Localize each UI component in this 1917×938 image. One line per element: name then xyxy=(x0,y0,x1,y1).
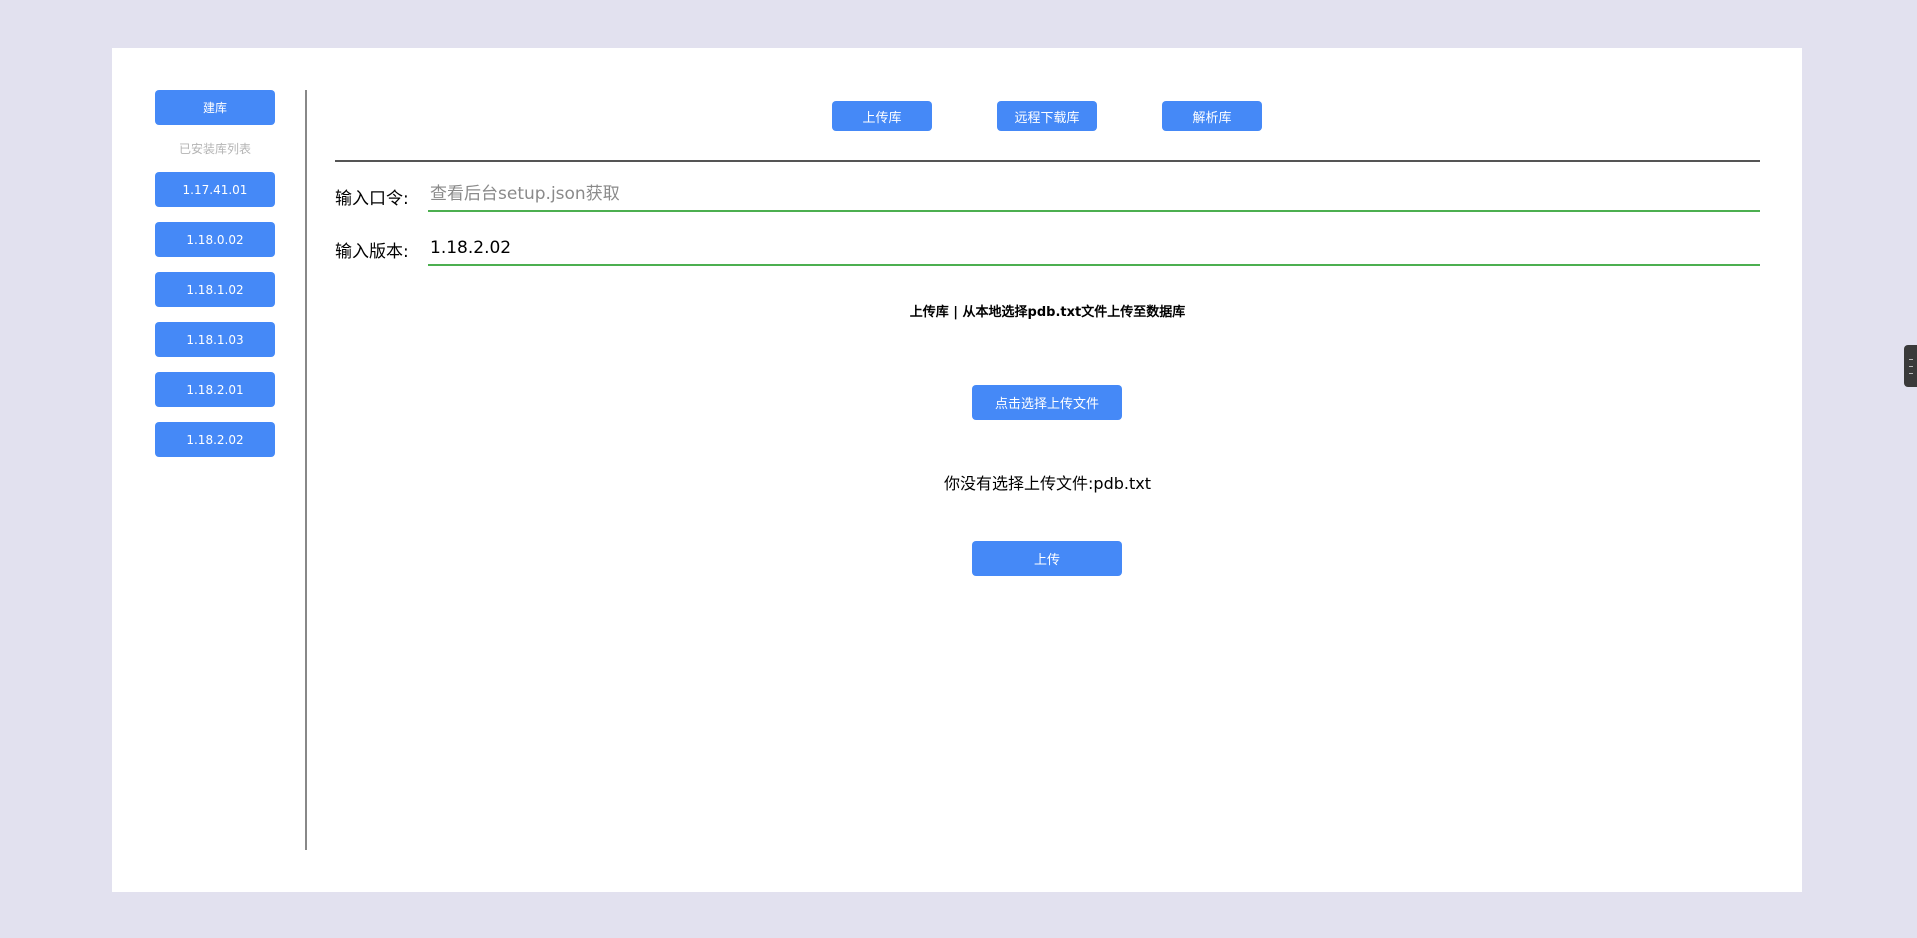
file-status-text: 你没有选择上传文件:pdb.txt xyxy=(944,474,1151,493)
version-label: 输入版本: xyxy=(335,242,409,262)
upload-button[interactable]: 上传 xyxy=(972,541,1122,576)
upload-description: 上传库 | 从本地选择pdb.txt文件上传至数据库 xyxy=(909,305,1186,320)
sidebar-item-version[interactable]: 1.18.2.02 xyxy=(155,422,275,457)
header-divider xyxy=(335,160,1760,162)
main-card: 建库 已安装库列表 1.17.41.01 1.18.0.02 1.18.1.02… xyxy=(112,48,1802,892)
choose-file-button[interactable]: 点击选择上传文件 xyxy=(972,385,1122,420)
tab-remote-download-library[interactable]: 远程下载库 xyxy=(997,101,1097,131)
create-library-button[interactable]: 建库 xyxy=(155,90,275,125)
sidebar-item-version[interactable]: 1.18.2.01 xyxy=(155,372,275,407)
sidebar-item-version[interactable]: 1.18.1.03 xyxy=(155,322,275,357)
sidebar-item-version[interactable]: 1.18.0.02 xyxy=(155,222,275,257)
password-input[interactable] xyxy=(428,178,1760,212)
password-label: 输入口令: xyxy=(335,189,409,209)
sidebar-item-version[interactable]: 1.18.1.02 xyxy=(155,272,275,307)
sidebar-divider xyxy=(305,90,307,850)
tab-upload-library[interactable]: 上传库 xyxy=(832,101,932,131)
tab-parse-library[interactable]: 解析库 xyxy=(1162,101,1262,131)
version-input[interactable] xyxy=(428,232,1760,266)
sidebar-item-version[interactable]: 1.17.41.01 xyxy=(155,172,275,207)
installed-libraries-caption: 已安装库列表 xyxy=(178,142,251,156)
side-panel-handle-icon[interactable] xyxy=(1904,345,1917,387)
